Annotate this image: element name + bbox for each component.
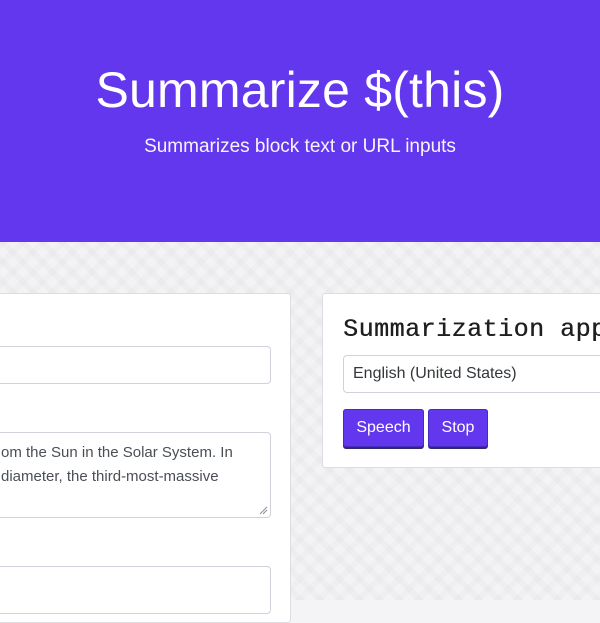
page-title: Summarize $(this) — [95, 62, 505, 118]
text-input-area[interactable]: om the Sun in the Solar System. In diame… — [0, 432, 271, 518]
resize-grip-icon[interactable] — [259, 506, 268, 515]
page-subtitle: Summarizes block text or URL inputs — [144, 136, 456, 157]
stop-button[interactable]: Stop — [428, 409, 488, 447]
text-line: om the Sun in the Solar System. In — [1, 444, 233, 461]
text-line: diameter, the third-most-massive — [1, 468, 219, 485]
speech-button[interactable]: Speech — [343, 409, 424, 447]
url-input[interactable] — [0, 346, 271, 384]
summary-length-input[interactable] — [0, 566, 271, 614]
header-banner: Summarize $(this) Summarizes block text … — [0, 0, 600, 242]
language-select[interactable]: English (United States) — [343, 355, 600, 393]
summary-card-title: Summarization app — [343, 315, 600, 344]
